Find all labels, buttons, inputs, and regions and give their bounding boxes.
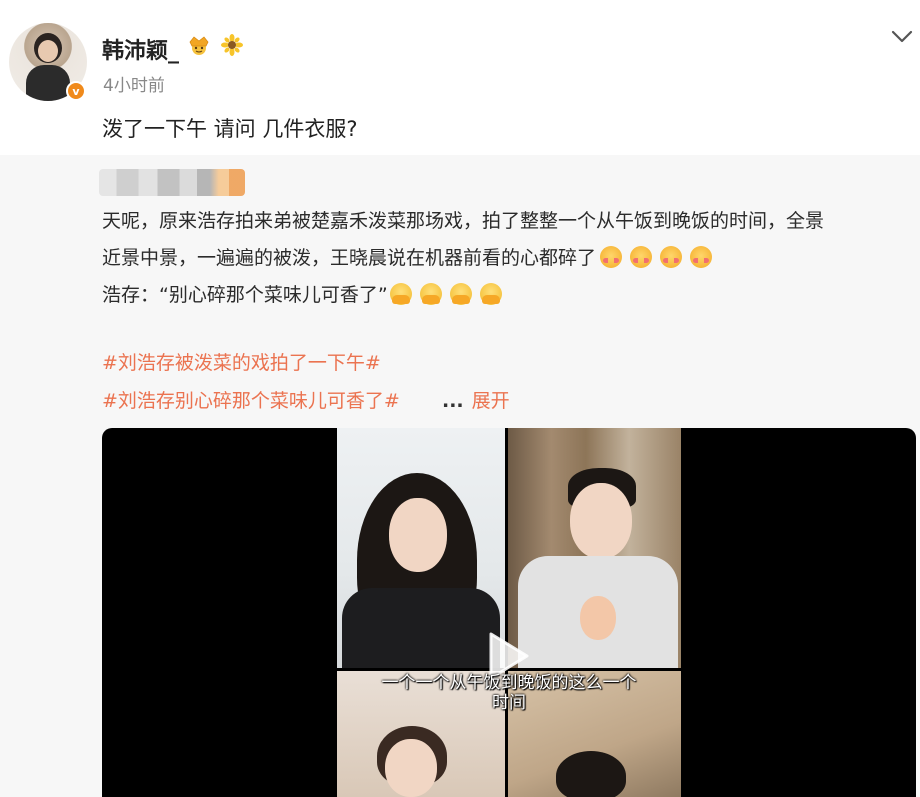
hands-over-mouth-emoji-icon xyxy=(479,283,502,305)
hashtag-link[interactable]: #刘浩存别心碎那个菜味儿可香了# xyxy=(102,386,400,413)
hands-over-mouth-emoji-icon xyxy=(449,283,472,305)
author-name[interactable]: 韩沛颖_ xyxy=(102,33,179,65)
blush-face-emoji-icon xyxy=(690,246,713,268)
video-player[interactable]: 一个一个从午饭到晚饭的这么一个 时间 xyxy=(102,428,916,797)
original-post-text: 天呢，原来浩存拍来弟被楚嘉禾泼菜那场戏，拍了整整一个从午饭到晚饭的时间，全景 近… xyxy=(102,203,914,314)
post-text: 泼了一下午 请问 几件衣服? xyxy=(102,117,358,141)
verified-badge-icon: v xyxy=(66,81,86,101)
blush-face-emoji-icon xyxy=(660,246,683,268)
original-author-blurred[interactable] xyxy=(99,169,245,196)
reposted-content[interactable]: 天呢，原来浩存拍来弟被楚嘉禾泼菜那场戏，拍了整整一个从午饭到晚饭的时间，全景 近… xyxy=(0,155,920,797)
text-line: 浩存：“别心碎那个菜味儿可香了” xyxy=(102,277,914,314)
hands-over-mouth-emoji-icon xyxy=(419,283,442,305)
video-frame-top-right xyxy=(508,428,681,668)
hashtag-link[interactable]: #刘浩存被泼菜的戏拍了一下午# xyxy=(102,348,381,375)
text-line: 天呢，原来浩存拍来弟被楚嘉禾泼菜那场戏，拍了整整一个从午饭到晚饭的时间，全景 xyxy=(102,210,825,232)
blush-face-emoji-icon xyxy=(630,246,653,268)
post-header: v 韩沛颖_ 4小时前 泼了一下午 请问 几件衣服? xyxy=(0,0,920,155)
video-frame-top-left xyxy=(337,428,505,668)
post-timestamp[interactable]: 4小时前 xyxy=(103,71,165,96)
sunflower-icon xyxy=(221,34,243,56)
chevron-down-icon[interactable] xyxy=(889,26,915,46)
hands-over-mouth-emoji-icon xyxy=(389,283,412,305)
blush-face-emoji-icon xyxy=(600,246,623,268)
expand-link[interactable]: ... 展开 xyxy=(442,386,510,413)
crown-emoji-icon xyxy=(189,36,209,55)
video-subtitle: 一个一个从午饭到晚饭的这么一个 时间 xyxy=(381,673,637,713)
text-line: 近景中景，一遍遍的被泼，王晓晨说在机器前看的心都碎了 xyxy=(102,240,914,277)
